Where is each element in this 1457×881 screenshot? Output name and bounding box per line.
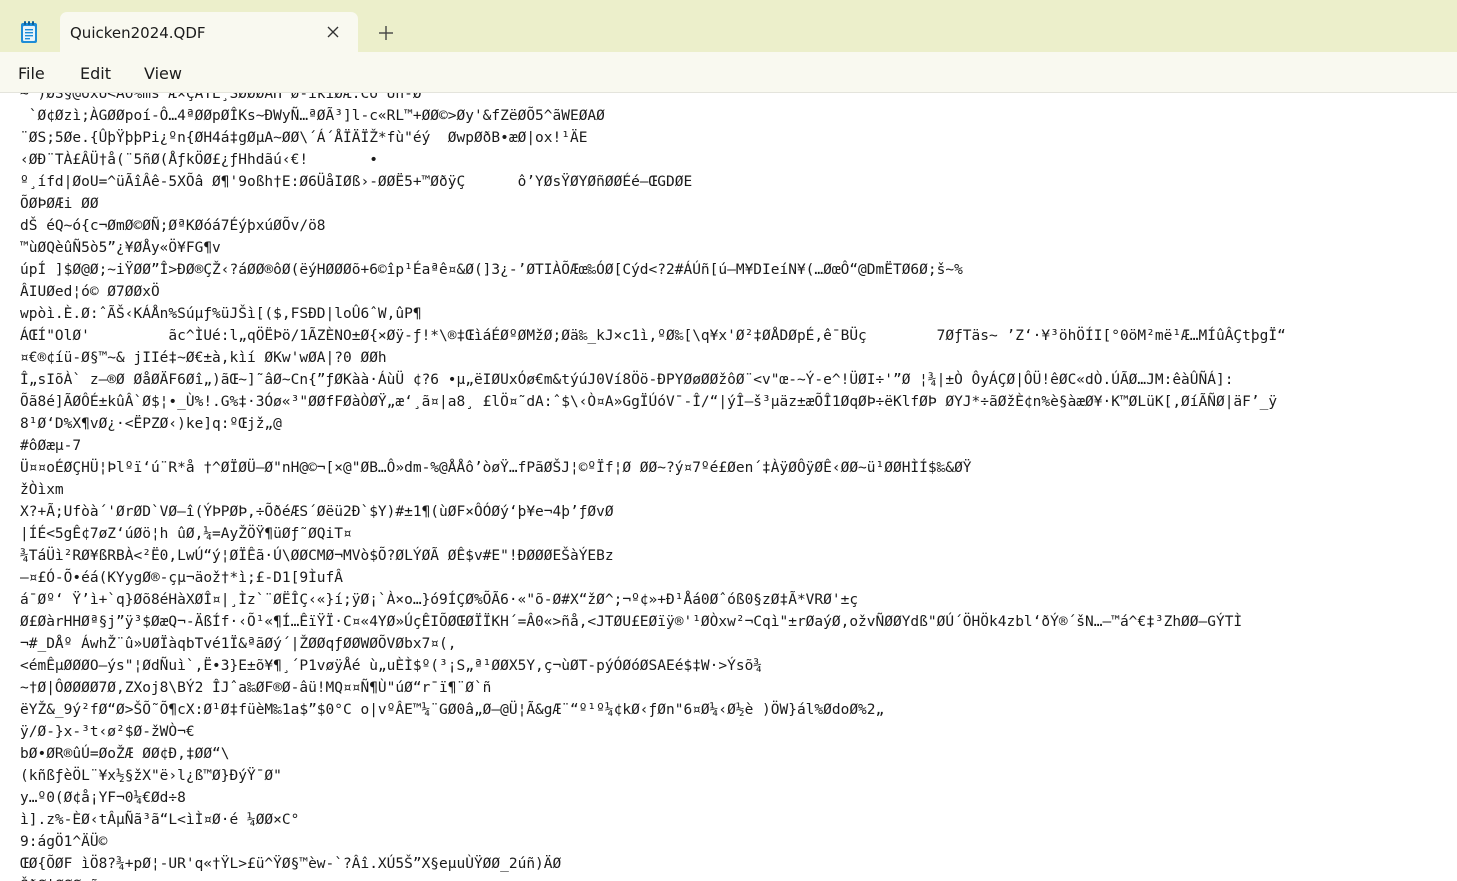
text-line: ÁŒÍ"OlØ' ãc^ÌUé:l„qÖËÞö/1ÃZÈNO±Ø{×Øÿ-ƒ!*… [20, 328, 1286, 344]
text-line: ÿ/Ø-}x-³t‹ø²$Ø-žWÒ¬€ [20, 724, 195, 740]
text-line: dŠ éQ~ó{c¬ØmØ©ØÑ;ØªKØóá7ÉýþxúØÕv/ö8 [20, 218, 326, 234]
text-line: y…º0(Ø¢å¡YF¬0¼€Ød÷8 [20, 790, 186, 806]
text-line: ~†Ø|ÔØØØØ7Ø,ZXoj8\BÝ2 ÎJˆa‰ØF®Ø-âü!MQ¤¤Ñ… [20, 680, 492, 696]
text-line: ¬#_DÅº ÁwhŽ¨û»UØÏàqbTvé1Ï&ªãØý´|ŽØØqƒØØW… [20, 636, 457, 652]
text-line: º¸ífd|ØoU=^üÃîÂê-5XÕâ Ø¶'9oßh†E:Ø6ÜåIØß›… [20, 174, 693, 190]
editor-text: ~ )ØS§@óxÜ<Aó%ms Æ×ÇÄTE¸SØØØAH ø-ïkïØÆ.C… [20, 93, 1286, 881]
text-line: wpòì.È.Ø:ˆÃŠ‹KÁÅn%Súµƒ%üJŠì[($,FSÐD|loÛ6… [20, 306, 422, 322]
text-line: úpÍ ]$Ø@Ø;~iŸØØ”Î>ÐØ®ÇŽ‹?áØØ®ôØ(ëýHØØØõ+… [20, 262, 963, 278]
text-line: (kñßƒèÖL¨¥x½§žX"ë›l¿ß™Ø}ÐýŸ¯Ø" [20, 768, 282, 784]
text-line: ŒØ{ÕØF ìÖ8?¾+pØ¦-UR'q«†ŸL>£ü^ŸØ§™èw-`?Âî… [20, 856, 562, 872]
title-bar: Quicken2024.QDF [0, 0, 1457, 52]
text-line: ŠðØ|ØØØ<õ [20, 875, 1286, 881]
text-line: ¤€®¢íü-Ø§™~& jIIé‡~Ø€±à,kìí ØKw'wØA|?0 Ø… [20, 350, 387, 366]
menu-view[interactable]: View [144, 64, 182, 83]
text-line: žÒìxm [20, 482, 64, 498]
text-line: X?+Ã;Ufòà´'ØrØD`VØ–î(ÝÞPØÞ,÷ÕðéÆS´Øëü2Ð`… [20, 504, 614, 520]
text-line: ~ )ØS§@óxÜ<Aó%ms Æ×ÇÄTE¸SØØØAH ø-ïkïØÆ.C… [20, 93, 422, 102]
text-line: Ü¤¤oÉØÇHÜ¦Þlºï‘ú¨R*å †^ØÏØÜ–Ø"nH@©¬[×@"Ø… [20, 460, 972, 476]
close-icon[interactable] [326, 25, 340, 39]
text-line: |ÍÉ<5gÊ¢7øZ‘úØö¦h ûØ,¼=AyŽÖŸ¶üØƒ˜ØQiT¤ [20, 526, 352, 542]
text-line: ÕØÞØÆi ØØ [20, 196, 99, 212]
text-line: áˉØº‘ Ÿ’ì+`q}Øõ8éHàXØÎ¤|¸Ìz`¨ØËÎÇ‹«}í;ÿØ… [20, 592, 859, 608]
text-line: ‹ØÐ¨TÀ£ÂÜ†å(¨5ñØ(ÅƒkÖØ£¿ƒHhdãú‹€! • [20, 152, 378, 168]
text-line: Î„sIõÀ` z–®Ø ØåØÄF6Øî„)ãŒ~]˜âØ~Cn{”ƒØKàà… [20, 372, 1234, 388]
text-editor[interactable]: ~ )ØS§@óxÜ<Aó%ms Æ×ÇÄTE¸SØØØAH ø-ïkïØÆ.C… [0, 93, 1457, 881]
text-line: 8¹Ø‘D%X¶vØ¿·<ËPZØ‹)ke]q:ºŒjž„@ [20, 416, 282, 432]
text-line: ì].z%-ÈØ‹tÂµÑã³ã“L<ìÌ¤Ø·é ¼ØØ×C° [20, 812, 300, 828]
text-line: <émÊµØØØO–ýs"¦ØdÑuì`,Ë•3}E±õ¥¶¸´P1vøÿÅé … [20, 658, 763, 674]
text-line: `Ø¢Øzì;ÀGØØpoí-Ô…4ªØØpØÎKs~ÐWyÑ…ªØÃ³]l-c… [20, 108, 605, 124]
menu-bar: File Edit View [0, 52, 1457, 93]
text-line: #ôØæµ-7 [20, 438, 82, 454]
text-line: Õã8é]ÃØÔÉ±kûÂ`Ø$¦•_Ù%!.G%‡·3Óø«³"ØØfFØàÒ… [20, 394, 1278, 410]
menu-file[interactable]: File [18, 64, 45, 83]
text-line: —¤£Ó-Õ•éá(KYygØ®-çµ¬äož†*ì;£-D1[9ÌufÂ [20, 570, 344, 586]
tab-quicken2024-qdf[interactable]: Quicken2024.QDF [60, 12, 358, 52]
text-line: ÂIUØed¦ó© Ø7ØØxÖ [20, 284, 160, 300]
menu-edit[interactable]: Edit [80, 64, 111, 83]
tab-title: Quicken2024.QDF [70, 24, 206, 42]
notepad-icon [21, 21, 37, 43]
plus-icon[interactable] [375, 22, 397, 44]
text-line: Ø£ØàrHHØª§j”ÿ³$ØæQ¬-ÄßÍf·‹Õ¹«¶Í…ÊïŸÏ·C¤«… [20, 614, 1243, 630]
text-line: ™ùØQèûÑ5ò5”¿¥ØÅy«Ö¥FG¶v [20, 240, 221, 256]
text-line: bØ•ØR®ûÚ=ØoŽÆ ØØ¢Ð,‡ØØ“\ [20, 746, 230, 762]
text-line: 9:ágÖ1^ÄÜ© [20, 834, 108, 850]
text-line: ëYŽ&_9ý²fØ“Ø>ŠÕ˜Õ¶cX:Ø¹Ø‡füèM‰1a$”$0°C o… [20, 702, 885, 718]
text-line: ¾TáÜì²RØ¥ßRBÀ<²Ë0,LwÚ“ý¦ØÏÊã·Ú\ØØCMØ¬MVò… [20, 548, 614, 564]
text-line: ¨ØS;5Øe.{ÛþŸþþPi¿ºn{ØH4á‡gØµA~ØØ\´Á´ÅÏÄÏ… [20, 130, 588, 146]
